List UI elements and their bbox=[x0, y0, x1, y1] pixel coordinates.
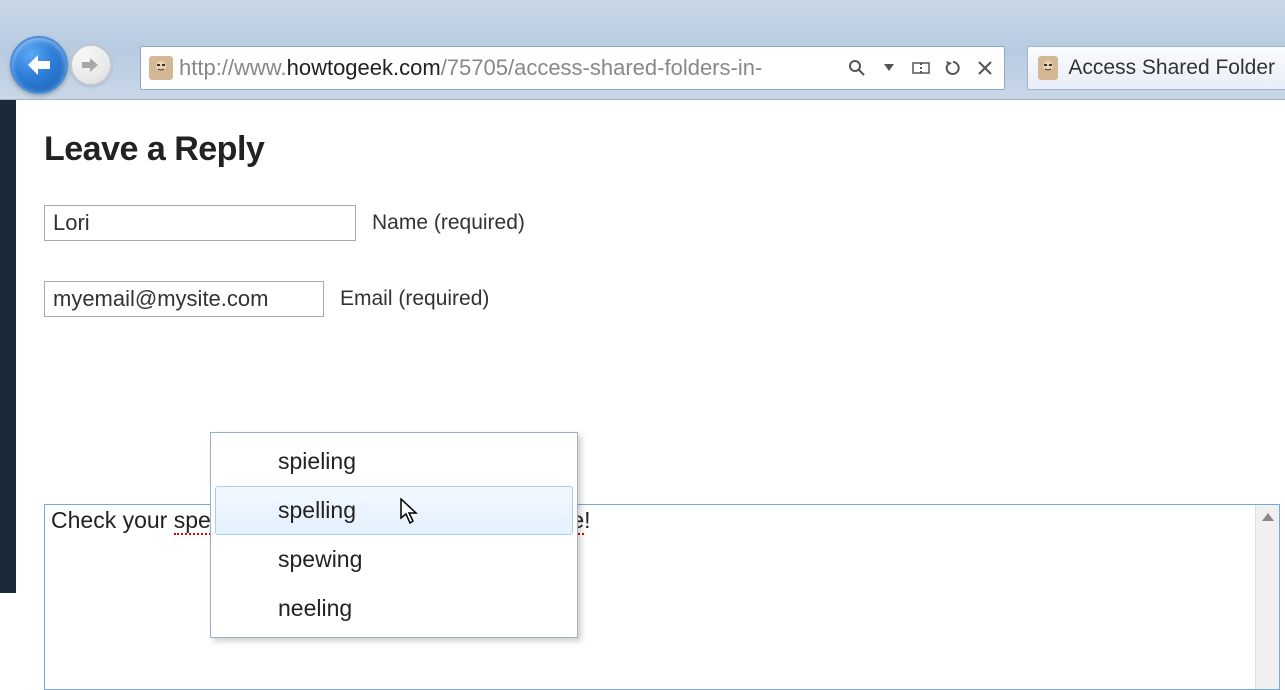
browser-chrome: http://www.howtogeek.com/75705/access-sh… bbox=[0, 0, 1285, 100]
name-input[interactable] bbox=[44, 205, 356, 241]
page-title: Leave a Reply bbox=[44, 130, 1285, 169]
site-favicon bbox=[149, 56, 173, 80]
url-path: /75705/access-shared-folders-in- bbox=[441, 55, 763, 80]
email-field[interactable] bbox=[44, 281, 324, 317]
stop-icon[interactable] bbox=[974, 57, 996, 79]
chevron-up-icon bbox=[1262, 513, 1274, 521]
spellcheck-suggestion-menu: spieling spelling spewing neeling bbox=[210, 432, 578, 638]
suggestion-item[interactable]: neeling bbox=[215, 584, 573, 633]
page-content: Leave a Reply Name (required) Email (req… bbox=[0, 100, 1285, 317]
back-button[interactable] bbox=[10, 36, 68, 94]
email-label: Email (required) bbox=[340, 287, 489, 311]
address-bar[interactable]: http://www.howtogeek.com/75705/access-sh… bbox=[140, 46, 1005, 90]
nav-buttons bbox=[10, 36, 112, 94]
tab-favicon bbox=[1038, 56, 1058, 80]
arrow-left-icon bbox=[24, 53, 54, 77]
sidebar-dark-strip bbox=[0, 100, 16, 593]
compat-view-icon[interactable] bbox=[910, 57, 932, 79]
tab-title: Access Shared Folder bbox=[1068, 56, 1275, 80]
scroll-up-button[interactable] bbox=[1256, 505, 1279, 529]
url-text: http://www.howtogeek.com/75705/access-sh… bbox=[179, 55, 840, 81]
refresh-icon[interactable] bbox=[942, 57, 964, 79]
vertical-scrollbar[interactable] bbox=[1255, 505, 1279, 689]
name-label: Name (required) bbox=[372, 211, 525, 235]
suggestion-item[interactable]: spewing bbox=[215, 535, 573, 584]
arrow-right-icon bbox=[80, 56, 102, 74]
search-icon[interactable] bbox=[846, 57, 868, 79]
url-domain: howtogeek.com bbox=[287, 55, 441, 80]
name-field-row: Name (required) bbox=[44, 205, 1285, 241]
address-controls bbox=[846, 57, 996, 79]
suggestion-item[interactable]: spelling bbox=[215, 486, 573, 535]
suggestion-item[interactable]: spieling bbox=[215, 437, 573, 486]
browser-tab[interactable]: Access Shared Folder bbox=[1027, 46, 1285, 90]
email-field-row: Email (required) bbox=[44, 281, 1285, 317]
dropdown-icon[interactable] bbox=[878, 57, 900, 79]
forward-button[interactable] bbox=[70, 44, 112, 86]
url-prefix: http://www. bbox=[179, 55, 287, 80]
